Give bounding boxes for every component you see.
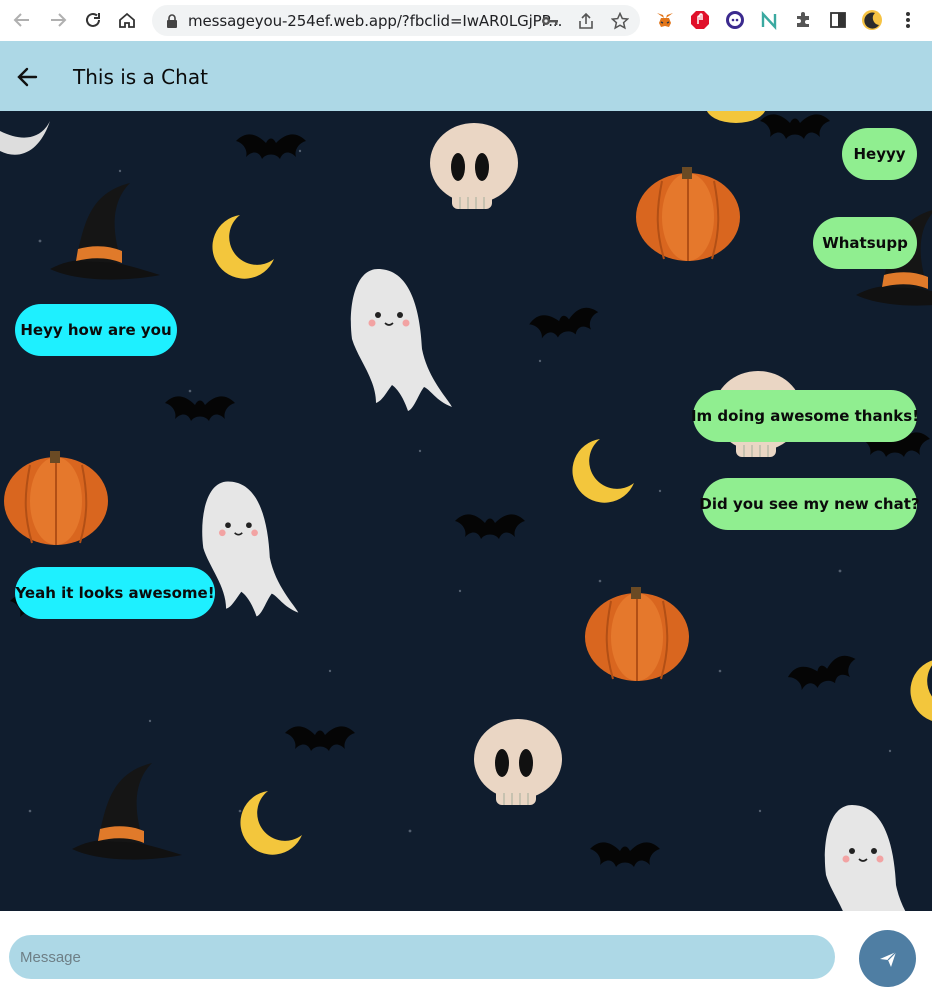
share-icon[interactable] <box>576 11 596 31</box>
metamask-extension-icon[interactable] <box>654 9 676 31</box>
message-bubble-sent[interactable]: Heyyy <box>842 128 917 180</box>
address-bar[interactable]: messageyou-254ef.web.app/?fbclid=IwAR0LG… <box>152 5 640 36</box>
message-bubble-received[interactable]: Yeah it looks awesome! <box>15 567 215 619</box>
send-icon <box>879 951 896 967</box>
home-icon[interactable] <box>115 8 139 32</box>
back-arrow-icon[interactable] <box>14 63 42 91</box>
notion-extension-icon[interactable] <box>758 9 780 31</box>
adblock-extension-icon[interactable] <box>689 9 711 31</box>
bot-extension-icon[interactable] <box>724 9 746 31</box>
back-nav-icon[interactable] <box>10 8 34 32</box>
lock-icon[interactable] <box>162 11 182 31</box>
message-bubble-sent[interactable]: Whatsupp <box>813 217 917 269</box>
send-button[interactable] <box>859 930 916 987</box>
message-composer <box>0 911 932 1005</box>
browser-toolbar: messageyou-254ef.web.app/?fbclid=IwAR0LG… <box>0 0 932 42</box>
chrome-menu-icon[interactable] <box>897 9 919 31</box>
os-taskbar <box>0 996 932 1005</box>
app-header: This is a Chat <box>0 41 932 111</box>
reload-icon[interactable] <box>81 8 105 32</box>
chat-title: This is a Chat <box>73 65 208 89</box>
message-input[interactable] <box>9 935 835 979</box>
side-panel-icon[interactable] <box>827 9 849 31</box>
profile-avatar-icon[interactable] <box>861 9 883 31</box>
message-bubble-sent[interactable]: Im doing awesome thanks! <box>691 390 919 442</box>
key-icon[interactable] <box>540 11 560 31</box>
bookmark-star-icon[interactable] <box>610 11 630 31</box>
message-bubble-received[interactable]: Heyy how are you <box>15 304 177 356</box>
chat-messages-area[interactable]: Heyyy Whatsupp Heyy how are you Im doing… <box>0 111 932 911</box>
forward-nav-icon[interactable] <box>46 8 70 32</box>
message-bubble-sent[interactable]: Did you see my new chat? <box>699 478 920 530</box>
extensions-puzzle-icon[interactable] <box>792 9 814 31</box>
url-text[interactable]: messageyou-254ef.web.app/?fbclid=IwAR0LG… <box>188 12 562 30</box>
